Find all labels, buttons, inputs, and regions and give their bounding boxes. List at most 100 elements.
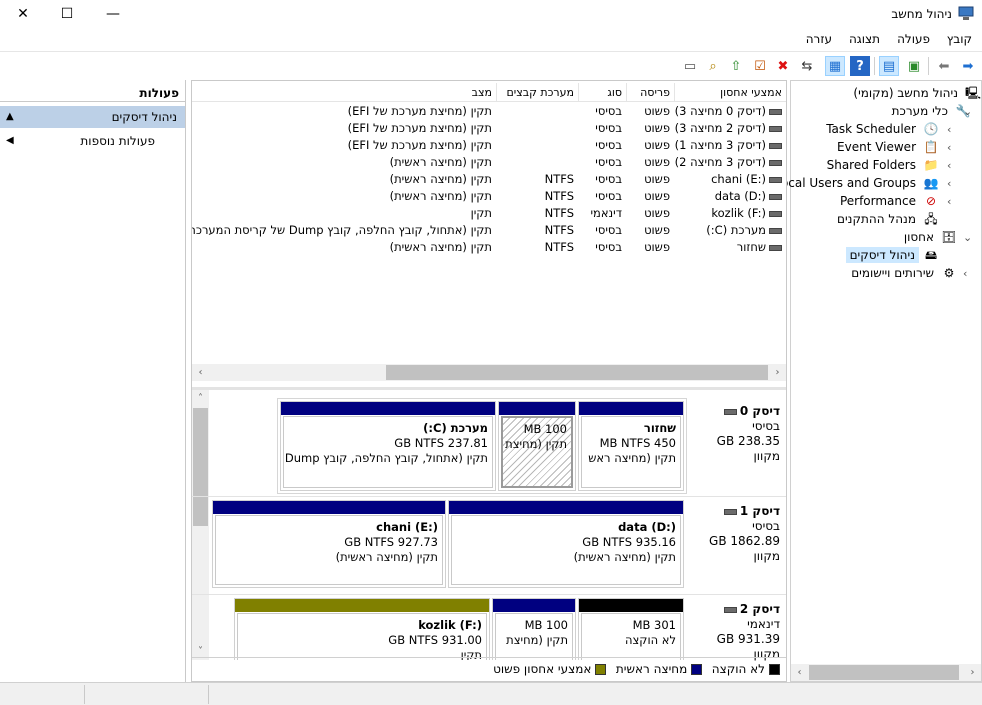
table-row[interactable]: chani (E:) פשוט בסיסי NTFS תקין (מחיצה ראשית… — [192, 171, 786, 188]
menu-file[interactable]: קובץ — [947, 32, 972, 46]
export-icon[interactable]: ⇧ — [726, 56, 746, 76]
forward-arrow-icon[interactable]: ⬅ — [934, 56, 954, 76]
partition-efi-2[interactable]: 100 MB תקין (מחיצת — [492, 598, 576, 660]
minimize-button[interactable]: — — [90, 0, 136, 28]
partition-kozlik-f[interactable]: kozlik (F:) 931.00 GB NTFS תקין — [234, 598, 490, 660]
chevron-left-icon[interactable]: ‹ — [947, 159, 951, 172]
disk-1-info[interactable]: דיסק 1 בסיסי 1862.89 GB מקוון — [690, 504, 780, 564]
show-tree-icon[interactable]: ▤ — [879, 56, 899, 76]
partition-size: 450 MB NTFS — [599, 436, 676, 450]
volume-list-horizontal-scrollbar[interactable]: ‹ › — [192, 364, 786, 381]
navigation-tree: 🖳 ניהול מחשב (מקומי) 🔧 כלי מערכת ⌄ 🕓 Tas… — [774, 80, 982, 682]
chevron-left-icon[interactable]: ‹ — [963, 267, 967, 280]
chevron-left-icon[interactable]: ‹ — [947, 141, 951, 154]
partition-chani-e[interactable]: chani (E:) 927.73 GB NTFS תקין (מחיצה רא… — [212, 500, 446, 588]
volume-name: kozlik (F:) — [711, 206, 766, 220]
disk-icon — [723, 606, 737, 613]
cell-filesystem — [496, 120, 578, 137]
table-row[interactable]: שחזור פשוט בסיסי NTFS תקין (מחיצה ראשית) — [192, 239, 786, 256]
tree-item-storage[interactable]: 🗄 אחסון — [901, 228, 957, 246]
connect-icon[interactable]: ⇆ — [797, 56, 817, 76]
tree-item-local-users[interactable]: 👥 Local Users and Groups — [771, 174, 939, 192]
cell-type: בסיסי — [595, 223, 622, 237]
tree-item-disk-management[interactable]: 🖴 ניהול דיסקים — [845, 246, 939, 264]
services-icon: ⚙ — [943, 266, 955, 280]
partition-unallocated[interactable]: 301 MB לא הוקצה — [578, 598, 684, 660]
check-icon[interactable]: ☑ — [750, 56, 770, 76]
maximize-button[interactable]: ☐ — [44, 0, 90, 28]
search-icon[interactable]: ⌕ — [703, 56, 723, 76]
scroll-right-icon[interactable]: › — [769, 364, 786, 381]
tree-item-device-manager[interactable]: 🖧 מנהל ההתקנים — [834, 210, 939, 228]
partition-system-c[interactable]: מערכת (C:) 237.81 GB NTFS תקין (אתחול, ק… — [280, 401, 496, 491]
shared-folder-icon: 📁 — [923, 158, 939, 172]
menu-help[interactable]: עזרה — [806, 32, 832, 46]
disk-type: בסיסי — [752, 419, 780, 433]
partition-title: chani (E:) — [376, 520, 438, 534]
up-folder-icon[interactable]: ▣ — [904, 56, 924, 76]
table-row[interactable]: data (D:) פשוט בסיסי NTFS תקין (מחיצה ראשית) — [192, 188, 786, 205]
table-row[interactable]: (דיסק 3 מחיצה 2) פשוט בסיסי תקין (מחיצה ראש… — [192, 154, 786, 171]
chevron-left-icon[interactable]: ‹ — [947, 177, 951, 190]
partition-data-d[interactable]: data (D:) 935.16 GB NTFS תקין (מחיצה ראש… — [448, 500, 684, 588]
cell-status: תקין (מחיצת מערכת של EFI) — [347, 121, 492, 135]
chevron-left-icon[interactable]: ‹ — [947, 195, 951, 208]
console-icon[interactable]: ▭ — [680, 56, 700, 76]
tree-item-task-scheduler[interactable]: 🕓 Task Scheduler — [823, 120, 939, 138]
disk-2-info[interactable]: דיסק 2 דינאמי 931.39 GB מקוון — [690, 602, 780, 662]
volume-name: (דיסק 0 מחיצה 3) — [674, 104, 766, 118]
column-filesystem[interactable]: מערכת קבצים — [496, 83, 578, 102]
cell-type: בסיסי — [595, 240, 622, 254]
table-row[interactable]: (דיסק 2 מחיצה 3) פשוט בסיסי תקין (מחיצת מער… — [192, 120, 786, 137]
submenu-arrow-icon[interactable]: ◀ — [6, 130, 14, 152]
partition-recovery[interactable]: שחזור 450 MB NTFS תקין (מחיצה ראש — [578, 401, 684, 491]
column-layout[interactable]: פריסה — [626, 83, 674, 102]
scrollbar-thumb[interactable] — [809, 665, 959, 680]
scroll-up-icon[interactable]: ˄ — [192, 390, 209, 407]
actions-disk-management[interactable]: ניהול דיסקים ▲ — [0, 106, 185, 128]
cell-type: בסיסי — [595, 172, 622, 186]
back-arrow-icon[interactable]: ➡ — [958, 56, 978, 76]
menu-action[interactable]: פעולה — [897, 32, 930, 46]
computer-management-icon — [958, 5, 974, 21]
column-type[interactable]: סוג — [578, 83, 626, 102]
column-volume[interactable]: אמצעי אחסון — [674, 83, 786, 102]
table-row[interactable]: (דיסק 0 מחיצה 3) פשוט בסיסי תקין (מחיצת מער… — [192, 103, 786, 120]
tree-item-services[interactable]: ⚙ שירותים ויישומים — [848, 264, 957, 282]
column-status[interactable]: מצב — [192, 83, 496, 102]
tree-item-shared-folders[interactable]: 📁 Shared Folders — [824, 156, 939, 174]
tree-item-system-tools[interactable]: 🔧 כלי מערכת — [889, 102, 971, 120]
partition-status: תקין (מחיצה ראשית) — [573, 550, 676, 564]
actions-more-actions[interactable]: פעולות נוספות ◀ — [0, 130, 185, 152]
volume-icon — [769, 159, 782, 166]
chevron-down-icon[interactable]: ⌄ — [963, 231, 972, 244]
scroll-right-icon[interactable]: › — [964, 664, 981, 681]
tree-item-performance[interactable]: ⊘ Performance — [837, 192, 939, 210]
disk-icon — [723, 508, 737, 515]
chevron-down-icon[interactable]: ⌄ — [963, 105, 972, 118]
delete-icon[interactable]: ✖ — [773, 56, 793, 76]
disk-map-vertical-scrollbar[interactable]: ˄ ˅ — [192, 390, 209, 660]
chevron-left-icon[interactable]: ‹ — [947, 123, 951, 136]
help-icon[interactable]: ? — [850, 56, 870, 76]
tree-item-root[interactable]: 🖳 ניהול מחשב (מקומי) — [850, 84, 981, 102]
scrollbar-thumb[interactable] — [193, 408, 208, 526]
close-button[interactable]: ✕ — [0, 0, 46, 28]
disk-size: 931.39 GB — [716, 632, 780, 646]
disk-0-info[interactable]: דיסק 0 בסיסי 238.35 GB מקוון — [690, 404, 780, 464]
collapse-arrow-icon[interactable]: ▲ — [6, 106, 14, 128]
tree-horizontal-scrollbar[interactable]: ‹ › — [791, 664, 981, 681]
table-row[interactable]: (דיסק 3 מחיצה 1) פשוט בסיסי תקין (מחיצת מער… — [192, 137, 786, 154]
table-row[interactable]: kozlik (F:) פשוט דינאמי NTFS תקין — [192, 205, 786, 222]
table-row[interactable]: מערכת (C:) פשוט בסיסי NTFS תקין (אתחול, קובץ… — [192, 222, 786, 239]
scrollbar-thumb[interactable] — [386, 365, 768, 380]
partition-color-bar — [235, 599, 489, 612]
scroll-left-icon[interactable]: ‹ — [192, 364, 209, 381]
tree-item-event-viewer[interactable]: 📋 Event Viewer — [834, 138, 939, 156]
partition-efi[interactable]: 100 MB תקין (מחיצת — [498, 401, 576, 491]
menu-view[interactable]: תצוגה — [849, 32, 880, 46]
cell-type: בסיסי — [595, 121, 622, 135]
computer-icon: 🖳 — [964, 86, 981, 100]
properties-icon[interactable]: ▦ — [825, 56, 845, 76]
scroll-left-icon[interactable]: ‹ — [791, 664, 808, 681]
